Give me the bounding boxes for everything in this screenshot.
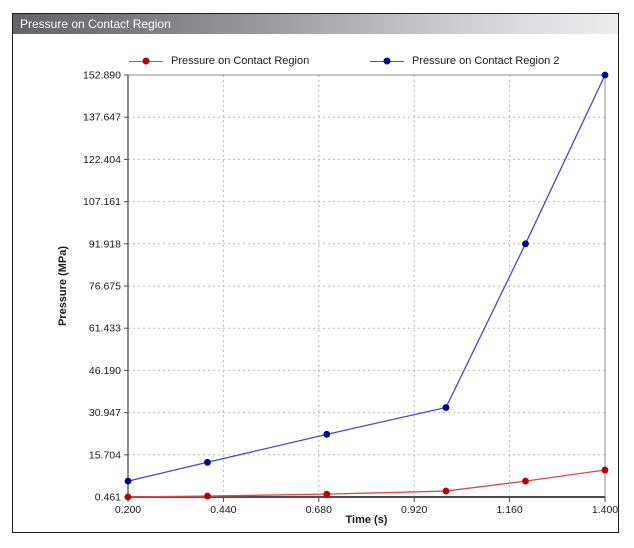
series-marker [124, 477, 132, 485]
legend-label-series-1: Pressure on Contact Region [171, 55, 310, 67]
legend-swatch-blue [370, 57, 404, 65]
series-marker [442, 487, 450, 495]
y-axis-title: Pressure (MPa) [57, 245, 69, 327]
y-tick-label: 30.947 [89, 407, 121, 419]
y-tick-label: 107.161 [83, 196, 121, 208]
series-marker [522, 477, 529, 485]
legend-label-series-2: Pressure on Contact Region 2 [412, 55, 560, 67]
y-tick-label: 122.404 [83, 154, 121, 166]
chart-canvas: 0.461 15.704 30.947 46.190 61.433 76.675 91.91… [13, 34, 618, 532]
y-tick-label: 152.890 [83, 70, 121, 82]
series-marker [204, 458, 211, 466]
legend-marker-icon [142, 57, 150, 65]
series-marker [522, 240, 529, 248]
legend-marker-icon [383, 57, 391, 65]
series-marker [601, 466, 609, 474]
window-title: Pressure on Contact Region [20, 17, 171, 31]
series-marker [124, 493, 132, 501]
chart-window: Pressure on Contact Region 0.461 15.704 30… [12, 13, 619, 533]
y-tick-label: 15.704 [89, 449, 121, 461]
plot-svg: 0.461 15.704 30.947 46.190 61.433 76.675 91.91… [83, 70, 618, 517]
y-tick-label: 61.433 [89, 323, 121, 335]
series-marker [442, 404, 450, 411]
x-axis-title: Time (s) [345, 514, 388, 526]
series-marker [601, 71, 609, 79]
y-tick-label: 137.647 [83, 112, 121, 124]
legend-entry-series-2: Pressure on Contact Region 2 [370, 54, 559, 68]
series-marker [323, 430, 331, 438]
series-line [127, 74, 606, 482]
y-tick-label: 46.190 [89, 365, 121, 377]
legend-swatch-red [129, 57, 163, 65]
series-line [127, 469, 606, 498]
series-marker [204, 492, 211, 500]
y-tick-label: 91.918 [89, 238, 121, 250]
window-title-bar[interactable]: Pressure on Contact Region [13, 14, 618, 34]
legend-entry-series-1: Pressure on Contact Region [129, 54, 309, 68]
y-tick-label: 0.461 [95, 492, 121, 504]
y-tick-label: 76.675 [89, 281, 121, 293]
series-marker [323, 490, 331, 498]
